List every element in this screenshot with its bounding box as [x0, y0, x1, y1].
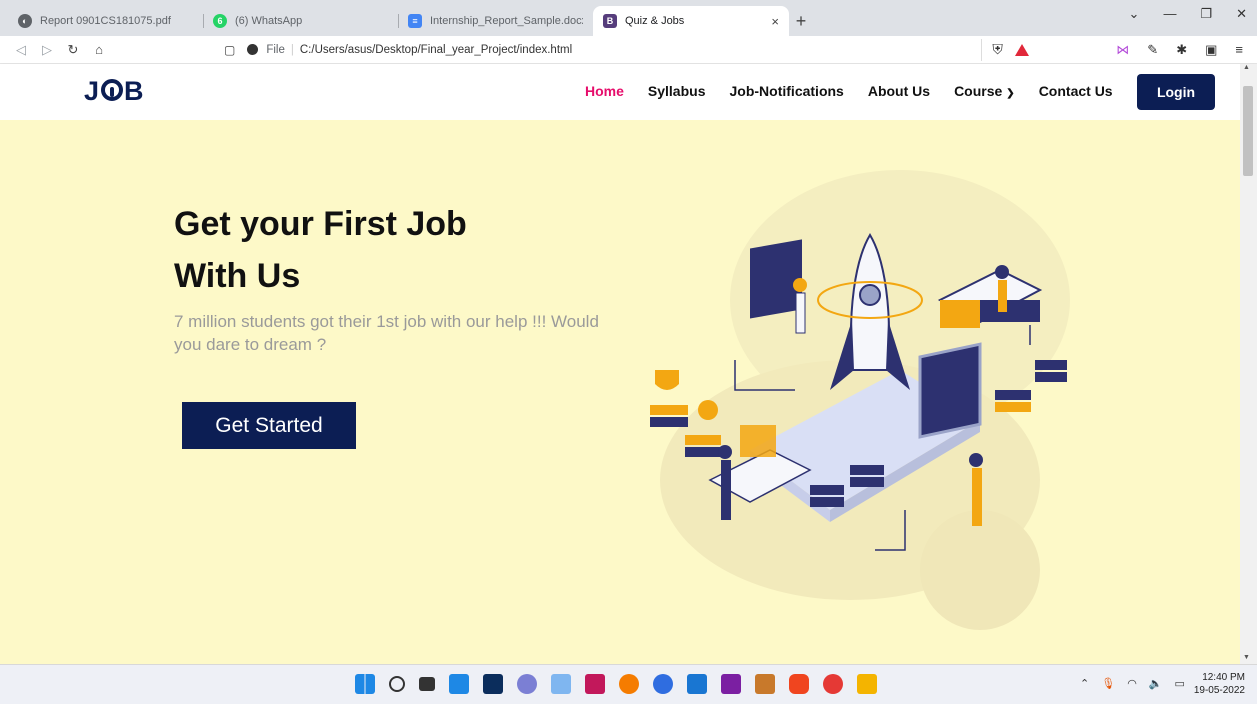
site-logo[interactable]: JB	[84, 76, 145, 107]
scroll-down-icon[interactable]: ▼	[1243, 654, 1250, 661]
hero-title-line2: With Us	[174, 257, 301, 295]
file-explorer-icon[interactable]	[857, 674, 877, 694]
todo-icon[interactable]	[653, 674, 673, 694]
windows-taskbar: ⌃ 🎙 ◠ 🔈 ▭ 12:40 PM 19-05-2022	[0, 664, 1257, 704]
brave-icon[interactable]	[789, 674, 809, 694]
logo-text-right: B	[124, 76, 145, 106]
system-clock[interactable]: 12:40 PM 19-05-2022	[1194, 671, 1245, 697]
hero-title-line1: Get your First Job	[174, 205, 467, 243]
browser-tab-active[interactable]: B Quiz & Jobs ×	[593, 6, 789, 36]
new-tab-button[interactable]: +	[789, 6, 813, 36]
nav-about-us[interactable]: About Us	[868, 83, 930, 99]
volume-icon[interactable]: 🔈	[1149, 677, 1163, 690]
tab-title: (6) WhatsApp	[235, 15, 303, 27]
rocket-illustration	[650, 170, 1070, 630]
clock-time: 12:40 PM	[1202, 672, 1245, 683]
system-tray: ⌃ 🎙 ◠ 🔈 ▭	[1080, 677, 1185, 690]
restore-icon[interactable]: ❐	[1200, 6, 1212, 22]
brush-icon[interactable]	[755, 674, 775, 694]
chevron-down-icon[interactable]: ⌄	[1129, 6, 1140, 22]
wps-icon[interactable]	[823, 674, 843, 694]
reload-icon[interactable]: ↻	[62, 42, 84, 58]
pen-icon[interactable]: ✎	[1147, 42, 1158, 58]
browser-tab[interactable]: ◐ Report 0901CS181075.pdf	[8, 6, 203, 36]
logo-icon	[101, 79, 124, 101]
window-controls: ⌄ — ❐ ✕	[1129, 6, 1247, 22]
brave-rewards-icon[interactable]	[1014, 43, 1029, 56]
nav-syllabus[interactable]: Syllabus	[648, 83, 706, 99]
tab-title: Report 0901CS181075.pdf	[40, 15, 171, 27]
nav-contact-us[interactable]: Contact Us	[1039, 83, 1113, 99]
browser-tab[interactable]: ≡ Internship_Report_Sample.docx - Goo	[398, 6, 593, 36]
extension-icons: ⋈ ✎ ✱ ▣ ≡	[1116, 42, 1243, 58]
scroll-up-icon[interactable]: ▲	[1243, 64, 1250, 71]
docs-icon: ≡	[408, 14, 422, 28]
mic-icon[interactable]: 🎙	[1101, 677, 1115, 690]
url-field[interactable]: File | C:/Users/asus/Desktop/Final_year_…	[247, 38, 983, 61]
hero-title: Get your First Job With Us	[174, 198, 574, 302]
back-icon[interactable]: ◁	[10, 42, 32, 58]
battery-icon[interactable]: ▭	[1175, 677, 1185, 690]
tab-title: Quiz & Jobs	[625, 15, 685, 27]
bootstrap-icon: B	[603, 14, 617, 28]
nav-job-notifications[interactable]: Job-Notifications	[730, 83, 844, 99]
url-text: C:/Users/asus/Desktop/Final_year_Project…	[299, 43, 573, 56]
arduino-icon[interactable]	[585, 674, 605, 694]
nav-course[interactable]: Course ❯	[954, 83, 1015, 99]
globe-icon: ◐	[18, 14, 32, 28]
address-bar: ◁ ▷ ↻ ⌂ ▢ File | C:/Users/asus/Desktop/F…	[0, 36, 1257, 64]
minimize-icon[interactable]: —	[1163, 6, 1176, 22]
main-nav: Home Syllabus Job-Notifications About Us…	[585, 83, 1137, 99]
wifi-icon[interactable]: ◠	[1127, 677, 1137, 690]
wallet-icon[interactable]: ▣	[1205, 42, 1217, 58]
widgets-icon[interactable]	[449, 674, 469, 694]
task-view-icon[interactable]	[419, 677, 435, 691]
browser-tab-strip: ◐ Report 0901CS181075.pdf 6 (6) WhatsApp…	[0, 0, 1257, 36]
close-icon[interactable]: ✕	[1236, 6, 1247, 22]
hero-subtitle: 7 million students got their 1st job wit…	[174, 312, 599, 354]
menu-icon[interactable]: ≡	[1235, 42, 1243, 58]
chevron-down-icon: ❯	[1006, 88, 1015, 99]
taskbar-apps	[355, 674, 877, 694]
search-icon[interactable]	[389, 676, 405, 692]
clock-date: 19-05-2022	[1193, 685, 1245, 696]
windows-start-icon[interactable]	[355, 674, 375, 694]
site-header: JB Home Syllabus Job-Notifications About…	[0, 64, 1257, 120]
photoshop-icon[interactable]	[483, 674, 503, 694]
brave-shield-icon[interactable]: ⛨	[992, 41, 1003, 58]
hero-section: Get your First Job With Us 7 million stu…	[0, 120, 1240, 664]
puzzle-icon[interactable]: ✱	[1176, 42, 1187, 58]
forward-icon[interactable]: ▷	[36, 42, 58, 58]
nav-home[interactable]: Home	[585, 83, 624, 99]
vscode-icon[interactable]	[619, 674, 639, 694]
close-tab-icon[interactable]: ×	[771, 14, 779, 29]
scrollbar-thumb[interactable]	[1243, 86, 1253, 176]
whatsapp-icon: 6	[213, 14, 227, 28]
browser-tab[interactable]: 6 (6) WhatsApp	[203, 6, 398, 36]
onenote-icon[interactable]	[721, 674, 741, 694]
chrome-icon[interactable]	[517, 674, 537, 694]
get-started-button[interactable]: Get Started	[182, 402, 356, 449]
bookmark-icon[interactable]: ▢	[224, 43, 235, 57]
chevron-up-icon[interactable]: ⌃	[1080, 677, 1089, 690]
nav-course-label: Course	[954, 83, 1003, 99]
logo-text-left: J	[84, 76, 101, 106]
info-icon[interactable]	[247, 44, 259, 55]
login-button[interactable]: Login	[1137, 74, 1215, 110]
url-separator: |	[290, 43, 294, 56]
mail-icon[interactable]	[687, 674, 707, 694]
url-protocol: File	[266, 43, 285, 56]
extension-icon[interactable]: ⋈	[1116, 42, 1129, 58]
notepad-icon[interactable]	[551, 674, 571, 694]
home-icon[interactable]: ⌂	[88, 42, 110, 57]
tab-title: Internship_Report_Sample.docx - Goo	[430, 15, 583, 27]
